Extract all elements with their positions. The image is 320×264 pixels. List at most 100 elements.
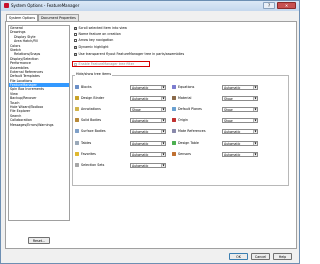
scroll-selected-checkbox[interactable]: ✓ [74, 26, 77, 30]
arrow-key-label: Arrow key navigation [78, 38, 114, 43]
ok-button[interactable]: OK [229, 253, 248, 260]
design-table-icon [172, 141, 176, 145]
chevron-down-icon: ▼ [161, 163, 165, 167]
name-feature-checkbox[interactable] [74, 32, 77, 36]
chevron-down-icon: ▼ [253, 85, 257, 89]
transparent-flyout-checkbox[interactable]: ✓ [74, 52, 77, 56]
name-feature-label: Name feature on creation [78, 32, 121, 37]
chevron-down-icon: ▼ [253, 118, 257, 122]
item-favorites: Favorites [75, 151, 96, 157]
arrow-key-checkbox[interactable] [74, 38, 77, 42]
blocks-select[interactable]: Automatic ▼ [130, 84, 166, 90]
reset-button[interactable]: Reset... [28, 237, 50, 244]
design-binder-label: Design Binder [81, 96, 105, 100]
item-sensors: Sensors [172, 151, 191, 157]
tables-label: Tables [81, 141, 92, 145]
origin-label: Origin [178, 118, 188, 122]
sensors-icon [172, 152, 176, 156]
favorites-select[interactable]: Automatic ▼ [130, 151, 166, 157]
solid-bodies-icon [75, 118, 79, 122]
option-arrow-key[interactable]: Arrow key navigation [74, 38, 113, 42]
item-equations: Equations [172, 84, 194, 90]
mate-references-label: Mate References [178, 129, 206, 133]
chevron-down-icon: ▼ [253, 96, 257, 100]
item-solid-bodies: Solid Bodies [75, 117, 101, 123]
chevron-down-icon: ▼ [253, 152, 257, 156]
favorites-label: Favorites [81, 152, 96, 156]
item-annotations: Annotations [75, 106, 101, 112]
equations-label: Equations [178, 85, 195, 89]
item-tables: Tables [75, 140, 91, 146]
sensors-label: Sensors [178, 152, 192, 156]
help-title-button[interactable]: ? [263, 2, 275, 9]
material-select[interactable]: Show ▼ [222, 95, 258, 101]
option-dynamic-highlight[interactable]: ✓ Dynamic highlight [74, 45, 109, 49]
surface-bodies-select[interactable]: Automatic ▼ [130, 128, 166, 134]
option-tree-filter[interactable]: Enable FeatureManager tree filter [74, 62, 134, 66]
dynamic-highlight-checkbox[interactable]: ✓ [74, 45, 77, 49]
option-scroll-selected[interactable]: ✓ Scroll selected item into view [74, 26, 127, 30]
design-table-select[interactable]: Automatic ▼ [222, 140, 258, 146]
item-material: Material [172, 95, 191, 101]
material-icon [172, 96, 176, 100]
blocks-icon [75, 85, 79, 89]
equations-select[interactable]: Automatic ▼ [222, 84, 258, 90]
equations-icon [172, 85, 176, 89]
tree-filter-label: Enable FeatureManager tree filter [78, 62, 135, 67]
surface-bodies-label: Surface Bodies [81, 129, 106, 133]
selection-sets-select[interactable]: Automatic ▼ [130, 162, 166, 168]
hide-show-title: Hide/show tree items [75, 72, 113, 76]
selection-sets-label: Selection Sets [81, 163, 105, 167]
material-label: Material [178, 96, 192, 100]
option-transparent-flyout[interactable]: ✓ Use transparent flyout FeatureManager … [74, 52, 184, 56]
chevron-down-icon: ▼ [161, 141, 165, 145]
chevron-down-icon: ▼ [253, 141, 257, 145]
dynamic-highlight-label: Dynamic highlight [78, 45, 109, 50]
tab-document-properties[interactable]: Document Properties [38, 14, 79, 21]
chevron-down-icon: ▼ [161, 85, 165, 89]
item-design-binder: Design Binder [75, 95, 104, 101]
default-planes-icon [172, 107, 176, 111]
chevron-down-icon: ▼ [161, 129, 165, 133]
item-default-planes: Default Planes [172, 106, 202, 112]
cancel-button[interactable]: Cancel [251, 253, 270, 260]
default-planes-label: Default Planes [178, 107, 202, 111]
sensors-select[interactable]: Automatic ▼ [222, 151, 258, 157]
system-options-dialog: System Options - FeatureManager ? ✕ Syst… [0, 0, 300, 264]
mate-references-icon [172, 129, 176, 133]
annotations-icon [75, 107, 79, 111]
design-binder-select[interactable]: Automatic ▼ [130, 95, 166, 101]
origin-icon [172, 118, 176, 122]
mate-references-select[interactable]: Automatic ▼ [222, 128, 258, 134]
origin-select[interactable]: Show ▼ [222, 117, 258, 123]
item-origin: Origin [172, 117, 188, 123]
app-logo-icon [4, 3, 9, 8]
help-button[interactable]: Help [273, 253, 292, 260]
selection-sets-icon [75, 163, 79, 167]
chevron-down-icon: ▼ [161, 96, 165, 100]
window-title: System Options - FeatureManager [11, 3, 80, 8]
solid-bodies-label: Solid Bodies [81, 118, 102, 122]
surface-bodies-icon [75, 129, 79, 133]
tables-icon [75, 141, 79, 145]
tree-item-messages-errors-warnings[interactable]: Messages/Errors/Warnings [9, 123, 69, 127]
transparent-flyout-label: Use transparent flyout FeatureManager tr… [78, 52, 185, 57]
item-mate-references: Mate References [172, 128, 206, 134]
tables-select[interactable]: Automatic ▼ [130, 140, 166, 146]
default-planes-select[interactable]: Show ▼ [222, 106, 258, 112]
annotations-label: Annotations [81, 107, 101, 111]
annotations-select[interactable]: Show ▼ [130, 106, 166, 112]
solid-bodies-select[interactable]: Automatic ▼ [130, 117, 166, 123]
title-bar: System Options - FeatureManager ? ✕ [1, 1, 299, 11]
chevron-down-icon: ▼ [253, 107, 257, 111]
favorites-icon [75, 152, 79, 156]
chevron-down-icon: ▼ [161, 152, 165, 156]
item-surface-bodies: Surface Bodies [75, 128, 106, 134]
design-table-label: Design Table [178, 141, 199, 145]
blocks-label: Blocks [81, 85, 92, 89]
option-name-feature[interactable]: Name feature on creation [74, 32, 121, 36]
close-button[interactable]: ✕ [277, 2, 296, 9]
tree-filter-checkbox[interactable] [74, 62, 77, 66]
item-design-table: Design Table [172, 140, 199, 146]
item-blocks: Blocks [75, 84, 92, 90]
